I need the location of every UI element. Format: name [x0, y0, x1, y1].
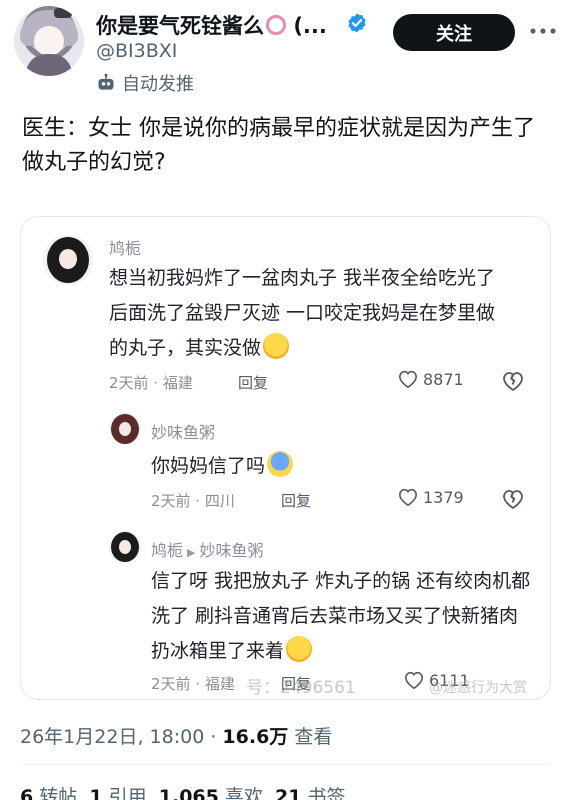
commenter-avatar	[43, 235, 93, 285]
automated-label-text: 自动发推	[122, 74, 194, 95]
grin-emoji-icon	[286, 636, 313, 662]
avatar-dress	[26, 54, 72, 76]
reposts-label[interactable]: 转帖	[33, 786, 77, 800]
broken-heart-icon[interactable]	[501, 488, 525, 510]
comment-text-body: 信了呀 我把放丸子 炸丸子的锅 还有绞肉机都洗了 刷抖音通宵后去菜市场又买了快新…	[151, 570, 531, 662]
broken-heart-icon[interactable]	[501, 370, 525, 392]
reply-button[interactable]: 回复	[281, 490, 311, 511]
like-button[interactable]: 1379	[397, 487, 464, 507]
comment-text-body: 想当初我妈炸了一盆肉丸子 我半夜全给吃光了 后面洗了盆毁尸灭迹 一口咬定我妈是在…	[109, 267, 496, 359]
like-count: 1379	[423, 487, 464, 507]
tweet-text: 医生：女士 你是说你的病最早的症状就是因为产生了做丸子的幻觉?	[22, 116, 535, 175]
author-name-text: 你是要气死铨酱么	[96, 14, 264, 38]
comment-text: 你妈妈信了吗	[151, 449, 541, 484]
commenter-name: 鸠栀	[109, 239, 142, 258]
avatar-face	[119, 422, 131, 436]
avatar-bow	[54, 8, 72, 18]
views-label: 查看	[288, 726, 333, 748]
automated-account-label[interactable]: 自动发推	[96, 70, 194, 96]
heart-icon	[398, 488, 418, 507]
follow-button[interactable]: 关注	[393, 14, 515, 51]
avatar-face	[34, 26, 64, 56]
scared-emoji-icon	[267, 451, 294, 477]
comment-text: 想当初我妈炸了一盆肉丸子 我半夜全给吃光了 后面洗了盆毁尸灭迹 一口咬定我妈是在…	[109, 261, 499, 366]
author-avatar[interactable]	[14, 6, 84, 76]
reply-button[interactable]: 回复	[238, 372, 268, 393]
divider	[20, 764, 550, 765]
author-name-suffix: (...	[293, 14, 327, 38]
tweet-header: 你是要气死铨酱么 (... @BI3BXI 自动发推 关注	[0, 0, 569, 110]
quoted-image-card[interactable]: 鸠栀 想当初我妈炸了一盆肉丸子 我半夜全给吃光了 后面洗了盆毁尸灭迹 一口咬定我…	[20, 216, 551, 700]
commenter-name: 妙味鱼粥	[151, 423, 216, 442]
heart-icon	[404, 671, 424, 690]
lollipop-emoji-icon	[266, 15, 286, 35]
reply-to-name: 妙味鱼粥	[199, 541, 264, 560]
commenter-name: 鸠栀	[151, 541, 184, 560]
heart-icon	[398, 370, 418, 389]
bookmarks-count[interactable]: 21	[275, 786, 301, 800]
likes-label[interactable]: 喜欢	[219, 786, 263, 800]
author-handle[interactable]: @BI3BXI	[96, 40, 177, 62]
commenter-avatar	[109, 531, 141, 563]
bookmarks-label[interactable]: 书签	[301, 786, 345, 800]
reply-arrow-icon: ▶	[187, 546, 196, 559]
comment-meta: 2天前 · 福建	[109, 374, 193, 392]
author-display-name[interactable]: 你是要气死铨酱么 (...	[96, 10, 327, 40]
commenter-reply-header: 鸠栀 ▶ 妙味鱼粥	[151, 537, 264, 561]
grin-emoji-icon	[263, 333, 290, 359]
bot-icon	[98, 73, 114, 90]
quotes-count[interactable]: 1	[89, 786, 102, 800]
like-count: 8871	[423, 369, 464, 389]
commenter-avatar	[109, 413, 141, 445]
engagement-stats: 6 转帖 1 引用 1,065 喜欢 21 书签	[20, 782, 346, 800]
comment-text-body: 你妈妈信了吗	[151, 455, 266, 477]
comment-meta: 2天前 · 福建	[151, 675, 235, 693]
views-count: 16.6万	[222, 726, 289, 748]
verified-badge-icon	[348, 13, 366, 33]
comment-meta: 2天前 · 四川	[151, 492, 235, 510]
comment-text: 信了呀 我把放丸子 炸丸子的锅 还有绞肉机都洗了 刷抖音通宵后去菜市场又买了快新…	[151, 564, 531, 669]
avatar-face	[119, 540, 131, 554]
more-icon[interactable]	[528, 22, 558, 40]
watermark-account: @迷惑行为大赏	[429, 680, 527, 696]
likes-count[interactable]: 1,065	[159, 786, 219, 800]
reposts-count[interactable]: 6	[20, 786, 33, 800]
quotes-label[interactable]: 引用	[103, 786, 147, 800]
watermark-id: 号：2496561	[246, 678, 356, 698]
tweet-timestamp-line: 26年1月22日, 18:00 · 16.6万 查看	[20, 722, 332, 749]
tweet-datetime[interactable]: 26年1月22日, 18:00 ·	[20, 726, 222, 748]
avatar-face	[59, 249, 77, 269]
like-button[interactable]: 8871	[397, 369, 464, 389]
